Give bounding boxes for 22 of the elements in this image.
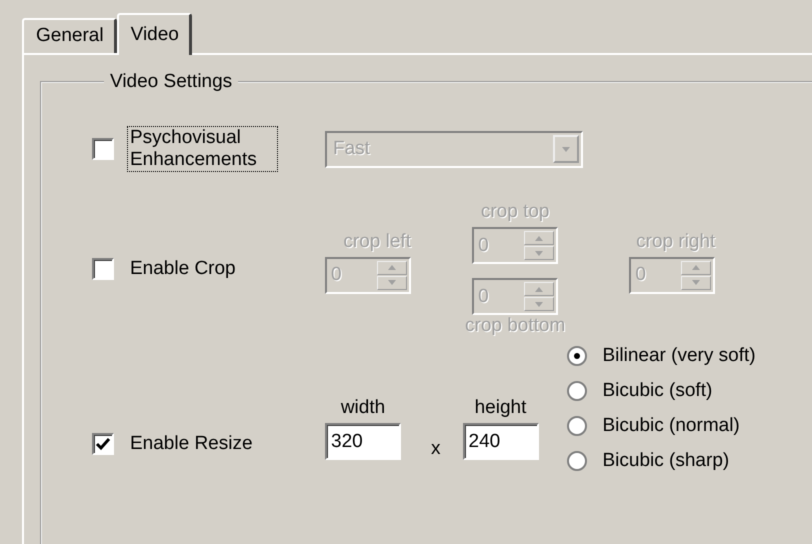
checkbox[interactable] [92,432,114,454]
checkbox[interactable] [92,258,114,280]
radio-icon[interactable] [566,451,586,471]
input-field[interactable]: 240 [462,423,538,460]
field-label: width [340,397,386,419]
checkbox-label[interactable]: Psychovisual Enhancements [128,127,277,171]
input-field[interactable]: 320 [325,423,401,460]
radio-option[interactable]: Bilinear (very soft) [566,345,756,367]
tab[interactable]: Video [116,13,192,55]
checkbox[interactable] [92,138,114,160]
radio-icon[interactable] [566,381,586,401]
group-title: Video Settings [109,71,234,93]
radio-option[interactable]: Bicubic (normal) [566,415,756,437]
checkbox-label[interactable]: Enable Resize [128,432,255,454]
radio-icon[interactable] [566,346,586,366]
field-label: height [474,397,526,419]
radio-icon[interactable] [566,416,586,436]
checkbox-label[interactable]: Enable Crop [128,258,238,280]
radio-option[interactable]: Bicubic (soft) [566,380,756,402]
radio-option[interactable]: Bicubic (sharp) [566,450,756,472]
separator-label: x [431,438,440,460]
tab[interactable]: General [22,18,117,53]
